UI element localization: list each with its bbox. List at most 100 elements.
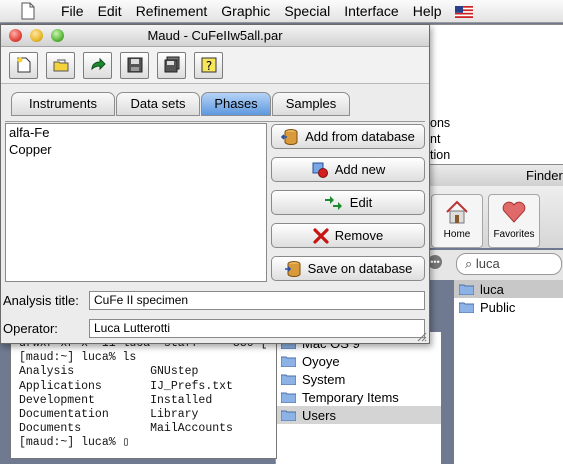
add-new-button[interactable]: Add new [271,157,425,182]
menu-refinement[interactable]: Refinement [129,3,215,19]
menu-help[interactable]: Help [406,3,449,19]
folder-label: Users [302,407,336,423]
analysis-title-label: Analysis title: [3,293,79,308]
favorites-button[interactable]: Favorites [488,194,540,248]
save-on-database-label: Save on database [307,261,413,276]
list-item[interactable]: Users [276,406,441,424]
folder-icon [459,301,474,313]
menu-graphic[interactable]: Graphic [214,3,277,19]
terminal-line: Documentation Library [19,407,199,421]
folder-label: System [302,371,346,387]
edit-label: Edit [349,195,373,210]
edit-button[interactable]: Edit [271,190,425,215]
background-window: ons nt tion [427,24,563,166]
terminal-line: [maud:~] luca% ▯ [19,436,130,450]
finder-title: Finder [526,168,563,183]
menu-bar: File Edit Refinement Graphic Special Int… [0,0,563,23]
floppy-icon [127,57,142,73]
tab-phases[interactable]: Phases [201,92,271,116]
green-arrow-icon [90,57,106,71]
list-item[interactable]: Public [454,298,563,316]
terminal-line: [maud:~] luca% ls [19,351,137,365]
list-item[interactable]: alfa-Fe [6,124,266,141]
folder-label: luca [480,281,504,297]
edit-arrows-icon [324,195,344,210]
terminal-line: Analysis GNUstep [19,365,199,379]
search-value: luca [475,256,500,271]
folder-label: Public [480,299,516,315]
finder-column-root: Mac OS 9 Oyoye System Temporary Items Us… [275,332,441,464]
document-icon[interactable] [20,2,40,20]
window-title: Maud - CuFeIIw5all.par [147,28,283,43]
toolbar: ? [1,47,429,84]
search-input[interactable]: ⌕ luca [456,253,562,275]
database-import-icon [281,128,299,146]
maud-window: Maud - CuFeIIw5all.par ? Instruments Dat… [0,24,430,344]
close-icon[interactable] [9,29,22,42]
folder-icon [281,355,296,367]
finder-titlebar[interactable]: Finder [427,164,563,188]
folder-icon [281,409,296,421]
database-export-icon [284,260,302,278]
window-titlebar[interactable]: Maud - CuFeIIw5all.par [1,25,429,47]
tab-instruments[interactable]: Instruments [11,92,115,116]
menu-file[interactable]: File [54,3,91,19]
action-icon[interactable]: ••• [428,255,442,269]
list-item[interactable]: luca [454,280,563,298]
remove-button[interactable]: Remove [271,223,425,248]
terminal-window[interactable]: drwxr-xr-x 11 luca staff 330 [ [maud:~] … [10,332,277,459]
folder-label: Temporary Items [302,389,399,405]
resize-grip-icon[interactable] [415,329,427,342]
background-text: tion [430,148,451,162]
add-from-database-label: Add from database [305,129,415,144]
analysis-title-input[interactable]: CuFe II specimen [89,291,425,310]
operator-input[interactable]: Luca Lutterotti [89,319,425,338]
folder-icon [281,391,296,403]
new-button[interactable] [9,52,38,79]
folder-icon [459,283,474,295]
background-text: nt [430,132,441,146]
us-flag-icon[interactable] [454,5,473,18]
list-item[interactable]: System [276,370,441,388]
open-button[interactable] [46,52,75,79]
question-icon: ? [201,57,216,73]
zoom-icon[interactable] [51,29,64,42]
finder-column-users: luca Public [454,280,563,464]
menu-edit[interactable]: Edit [91,3,129,19]
save-on-database-button[interactable]: Save on database [271,256,425,281]
list-item[interactable]: Oyoye [276,352,441,370]
home-icon [446,200,468,224]
menu-interface[interactable]: Interface [337,3,405,19]
minimize-icon[interactable] [30,29,43,42]
floppy-stack-icon [164,56,179,73]
reload-button[interactable] [83,52,112,79]
finder-search-row: ••• ⌕ luca [427,250,563,280]
menu-special[interactable]: Special [277,3,337,19]
save-as-button[interactable] [157,52,186,79]
home-button[interactable]: Home [431,194,483,248]
add-new-icon [311,161,329,179]
svg-text:?: ? [205,59,211,73]
list-item[interactable]: Copper [6,141,266,158]
add-new-label: Add new [334,162,386,177]
operator-label: Operator: [3,321,58,336]
favorites-label: Favorites [493,229,535,240]
folder-label: Oyoye [302,353,340,369]
background-text: ons [430,116,451,130]
remove-x-icon [313,227,329,244]
help-button[interactable]: ? [194,52,223,79]
terminal-line: Development Installed [19,393,213,407]
save-button[interactable] [120,52,149,79]
list-item[interactable]: Temporary Items [276,388,441,406]
open-folder-icon [53,59,68,72]
add-from-database-button[interactable]: Add from database [271,124,425,149]
tab-data-sets[interactable]: Data sets [116,92,200,116]
finder-toolbar: Home Favorites [427,186,563,248]
remove-label: Remove [334,228,384,243]
phases-list[interactable]: alfa-Fe Copper [5,123,267,282]
home-label: Home [443,229,471,240]
new-file-icon [17,57,30,73]
search-icon: ⌕ [465,256,473,271]
tab-samples[interactable]: Samples [272,92,350,116]
terminal-line: Documents MailAccounts [19,422,233,436]
